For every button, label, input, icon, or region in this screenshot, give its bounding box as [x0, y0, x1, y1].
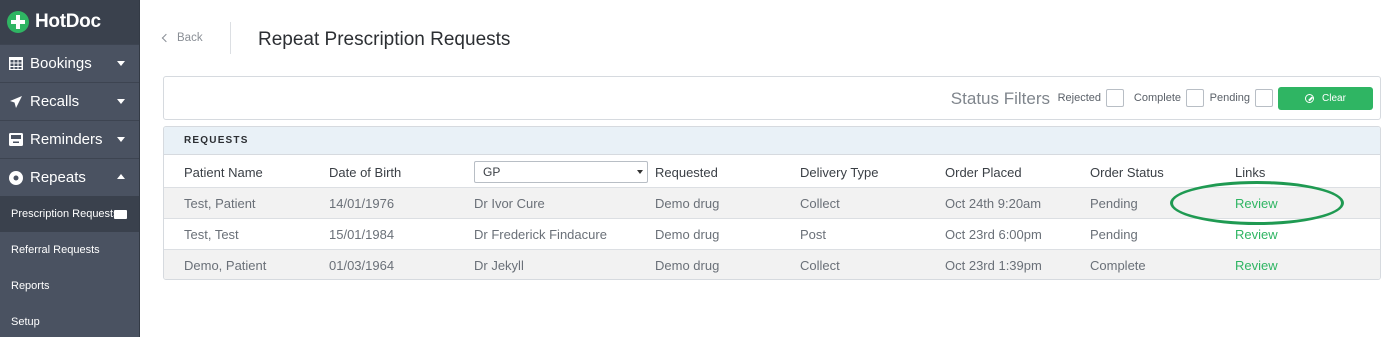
- cell-date-of-birth: 14/01/1976: [329, 196, 395, 211]
- cell-patient-name: Demo, Patient: [184, 258, 267, 273]
- cell-requested: Demo drug: [655, 227, 720, 242]
- cell-delivery-type: Post: [800, 227, 827, 242]
- logo-text: HotDoc: [35, 11, 101, 32]
- cell-order-status: Complete: [1090, 258, 1146, 273]
- cell-patient-name: Test, Patient: [184, 196, 256, 211]
- sidebar: HotDoc Bookings Recalls Reminders Repeat…: [0, 0, 140, 337]
- gp-select-value: GP: [483, 165, 501, 179]
- review-link[interactable]: Review: [1235, 227, 1278, 242]
- sidebar-item-label: Bookings: [30, 55, 92, 72]
- caret-up-icon: [117, 174, 125, 179]
- filter-label: Rejected: [1057, 92, 1101, 104]
- envelope-icon: [114, 210, 127, 219]
- sidebar-subitem-label: Setup: [11, 316, 40, 328]
- status-filters-panel: Status Filters Rejected Complete Pending…: [163, 76, 1381, 120]
- cell-requested: Demo drug: [655, 196, 720, 211]
- gp-filter-select[interactable]: GP: [474, 161, 648, 183]
- filter-label: Complete: [1133, 92, 1181, 104]
- sidebar-subitem-label: Referral Requests: [11, 244, 100, 256]
- clear-button-label: Clear: [1322, 93, 1346, 104]
- requests-section-title: REQUESTS: [164, 127, 1380, 155]
- cell-date-of-birth: 15/01/1984: [329, 227, 395, 242]
- back-link[interactable]: Back: [161, 32, 203, 44]
- cell-order-placed: Oct 23rd 6:00pm: [945, 227, 1042, 242]
- sidebar-item-bookings[interactable]: Bookings: [0, 44, 139, 82]
- filter-rejected[interactable]: Rejected: [1058, 89, 1124, 107]
- sidebar-subitem-setup[interactable]: Setup: [0, 304, 139, 337]
- cell-patient-name: Test, Test: [184, 227, 239, 242]
- filter-pending[interactable]: Pending: [1210, 89, 1273, 107]
- clear-button[interactable]: Clear: [1278, 87, 1373, 110]
- filter-pending-checkbox[interactable]: [1255, 89, 1273, 107]
- chevron-left-icon: [161, 33, 171, 43]
- review-link[interactable]: Review: [1235, 258, 1278, 273]
- cell-order-status: Pending: [1090, 196, 1138, 211]
- table-row[interactable]: Test, Test 15/01/1984 Dr Frederick Finda…: [164, 218, 1380, 249]
- sidebar-item-reminders[interactable]: Reminders: [0, 120, 139, 158]
- filter-complete[interactable]: Complete: [1134, 89, 1204, 107]
- disc-icon: [8, 170, 23, 185]
- cell-order-status: Pending: [1090, 227, 1138, 242]
- caret-down-icon: [117, 99, 125, 104]
- cell-gp: Dr Jekyll: [474, 258, 524, 273]
- status-filters-label: Status Filters: [950, 89, 1050, 108]
- filter-rejected-checkbox[interactable]: [1106, 89, 1124, 107]
- sidebar-subitem-label: Prescription Requests: [11, 208, 119, 220]
- table-header-row: Patient Name Date of Birth GP Requested …: [164, 155, 1380, 187]
- sidebar-item-repeats[interactable]: Repeats: [0, 158, 139, 196]
- ban-icon: [1305, 94, 1315, 103]
- cell-gp: Dr Ivor Cure: [474, 196, 545, 211]
- column-header-patient-name: Patient Name: [184, 165, 263, 180]
- column-header-order-status: Order Status: [1090, 165, 1164, 180]
- sidebar-subitem-label: Reports: [11, 280, 50, 292]
- column-header-order-placed: Order Placed: [945, 165, 1022, 180]
- filter-label: Pending: [1209, 92, 1250, 104]
- column-header-requested: Requested: [655, 165, 718, 180]
- table-row[interactable]: Test, Patient 14/01/1976 Dr Ivor Cure De…: [164, 187, 1380, 218]
- inbox-icon: [8, 132, 23, 147]
- cell-requested: Demo drug: [655, 258, 720, 273]
- cell-date-of-birth: 01/03/1964: [329, 258, 395, 273]
- sidebar-subitem-prescription-requests[interactable]: Prescription Requests: [0, 196, 139, 232]
- caret-down-icon: [117, 137, 125, 142]
- sidebar-item-label: Recalls: [30, 93, 80, 110]
- table-row[interactable]: Demo, Patient 01/03/1964 Dr Jekyll Demo …: [164, 249, 1380, 279]
- cell-delivery-type: Collect: [800, 196, 840, 211]
- cell-order-placed: Oct 23rd 1:39pm: [945, 258, 1042, 273]
- sidebar-item-label: Repeats: [30, 169, 86, 186]
- back-label: Back: [177, 32, 203, 44]
- caret-down-icon: [117, 61, 125, 66]
- sidebar-subitem-referral-requests[interactable]: Referral Requests: [0, 232, 139, 268]
- header-divider: [230, 22, 231, 54]
- calendar-icon: [8, 56, 23, 71]
- dropdown-arrow-icon: [637, 170, 643, 174]
- column-header-date-of-birth: Date of Birth: [329, 165, 402, 180]
- review-link[interactable]: Review: [1235, 196, 1278, 211]
- hotdoc-cross-icon: [7, 11, 29, 33]
- cell-order-placed: Oct 24th 9:20am: [945, 196, 1042, 211]
- requests-panel: REQUESTS Patient Name Date of Birth GP R…: [163, 126, 1381, 280]
- sidebar-item-recalls[interactable]: Recalls: [0, 82, 139, 120]
- sidebar-subitem-reports[interactable]: Reports: [0, 268, 139, 304]
- cell-gp: Dr Frederick Findacure: [474, 227, 607, 242]
- paper-plane-icon: [8, 94, 23, 109]
- cell-delivery-type: Collect: [800, 258, 840, 273]
- filter-complete-checkbox[interactable]: [1186, 89, 1204, 107]
- column-header-links: Links: [1235, 165, 1266, 180]
- logo[interactable]: HotDoc: [0, 0, 139, 44]
- page-title: Repeat Prescription Requests: [258, 29, 511, 50]
- column-header-delivery-type: Delivery Type: [800, 165, 879, 180]
- sidebar-item-label: Reminders: [30, 131, 103, 148]
